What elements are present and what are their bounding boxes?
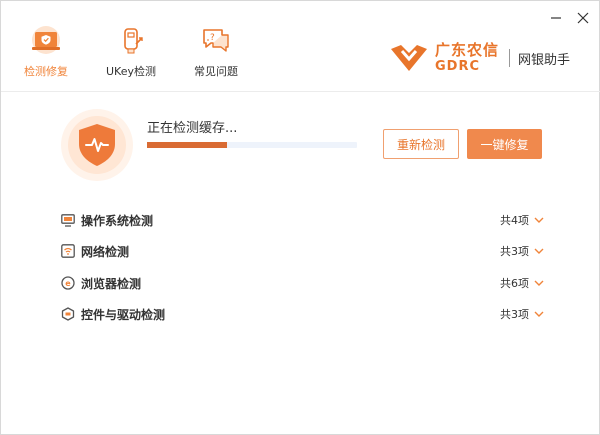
nav-ukey-label: UKey检测 — [106, 65, 156, 78]
chevron-down-icon[interactable] — [533, 214, 545, 226]
category-row-network[interactable]: 网络检测 共3项 — [61, 241, 545, 261]
svg-text:?: ? — [210, 33, 215, 43]
browser-icon: e — [61, 276, 75, 290]
svg-text:e: e — [65, 279, 71, 288]
close-icon — [577, 12, 589, 24]
category-label: 控件与驱动检测 — [81, 307, 166, 322]
scan-status-inner — [68, 116, 126, 174]
brand-name-cn: 广东农信 — [435, 41, 500, 59]
brand-product-name: 网银助手 — [518, 52, 571, 68]
brand-separator — [509, 49, 511, 67]
monitor-icon — [61, 213, 75, 227]
plugin-icon — [61, 307, 75, 321]
recheck-button[interactable]: 重新检测 — [383, 129, 459, 159]
one-click-fix-button[interactable]: 一键修复 — [467, 129, 542, 159]
chevron-down-icon[interactable] — [533, 308, 545, 320]
brand-text: 广东农信 GDRC — [435, 41, 500, 74]
chevron-down-icon[interactable] — [533, 277, 545, 289]
scan-progress-bar — [147, 142, 357, 148]
category-count: 共6项 — [500, 277, 529, 290]
scan-status-badge — [61, 109, 133, 181]
minimize-button[interactable] — [547, 9, 565, 27]
ukey-icon — [113, 23, 149, 59]
wifi-icon — [61, 244, 75, 258]
category-count: 共3项 — [500, 308, 529, 321]
category-row-plugins[interactable]: 控件与驱动检测 共3项 — [61, 304, 545, 324]
scan-status-text: 正在检测缓存... — [147, 121, 238, 136]
minimize-icon — [551, 17, 561, 19]
chevron-down-icon[interactable] — [533, 245, 545, 257]
close-button[interactable] — [574, 9, 592, 27]
shield-pulse-icon — [79, 124, 115, 166]
chat-question-icon: ? — [198, 23, 234, 59]
laptop-shield-icon — [28, 23, 64, 59]
category-label: 浏览器检测 — [81, 276, 142, 291]
scan-progress-fill — [147, 142, 227, 148]
nav-detect-repair-label: 检测修复 — [24, 65, 68, 78]
category-row-browser[interactable]: e 浏览器检测 共6项 — [61, 273, 545, 293]
category-label: 操作系统检测 — [81, 213, 154, 228]
header-divider — [1, 91, 600, 92]
nav-faq[interactable]: ? 常见问题 — [183, 23, 249, 79]
nav-ukey[interactable]: UKey检测 — [98, 23, 164, 79]
app-window: 检测修复 UKey检测 ? 常见问题 广东农信 GDRC 网银助手 正在检测缓存… — [0, 0, 600, 435]
nav-faq-label: 常见问题 — [194, 65, 238, 78]
category-count: 共4项 — [500, 214, 529, 227]
category-label: 网络检测 — [81, 244, 130, 259]
brand-name-en: GDRC — [435, 59, 481, 74]
nav-detect-repair[interactable]: 检测修复 — [13, 23, 79, 79]
brand: 广东农信 GDRC 网银助手 — [389, 41, 570, 75]
category-row-os[interactable]: 操作系统检测 共4项 — [61, 210, 545, 230]
category-count: 共3项 — [500, 245, 529, 258]
gdrc-logo-icon — [391, 45, 427, 71]
